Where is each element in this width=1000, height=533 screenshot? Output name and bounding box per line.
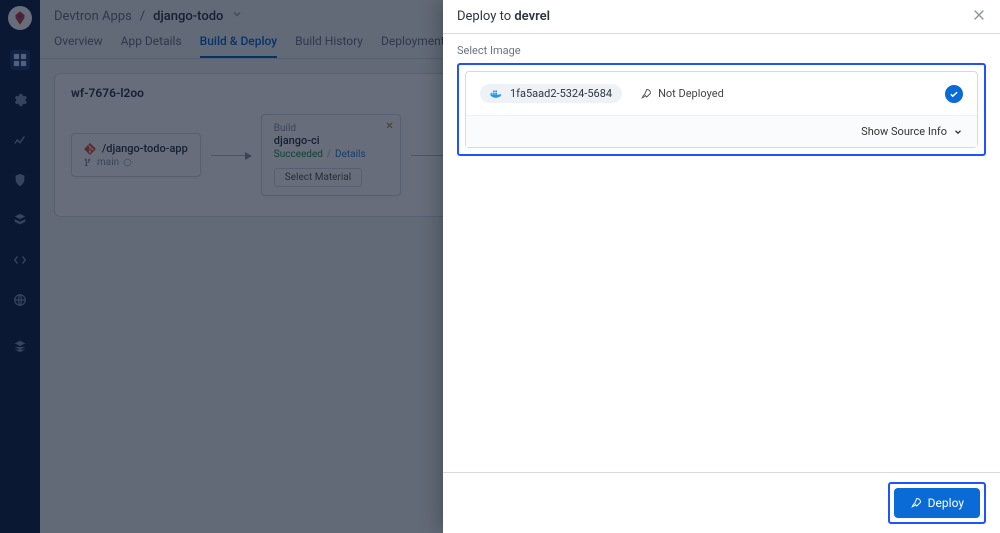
- image-selection-highlight: 1fa5aad2-5324-5684 Not Deployed Show Sou…: [457, 63, 986, 156]
- rocket-icon: [910, 497, 922, 509]
- deploy-button-highlight: Deploy: [888, 482, 986, 524]
- drawer-body: Select Image 1fa5aad2-5324-5684 Not Dep: [443, 34, 1000, 472]
- drawer-title-env: devrel: [514, 9, 550, 24]
- image-tag: 1fa5aad2-5324-5684: [510, 87, 612, 100]
- docker-icon: [490, 89, 504, 99]
- image-deploy-status: Not Deployed: [640, 87, 724, 100]
- chevron-down-icon: [953, 127, 963, 137]
- drawer-title-prefix: Deploy to: [457, 9, 514, 24]
- check-icon: [949, 89, 959, 99]
- deploy-button[interactable]: Deploy: [894, 488, 980, 518]
- drawer-title: Deploy to devrel: [457, 9, 550, 24]
- image-status-text: Not Deployed: [658, 87, 724, 100]
- image-tag-chip[interactable]: 1fa5aad2-5324-5684: [480, 84, 622, 103]
- rocket-icon: [640, 88, 652, 100]
- select-image-label: Select Image: [457, 44, 986, 57]
- drawer-header: Deploy to devrel: [443, 0, 1000, 34]
- close-icon: [972, 8, 986, 22]
- deploy-button-label: Deploy: [928, 496, 964, 510]
- close-button[interactable]: [972, 8, 986, 25]
- show-source-label: Show Source Info: [861, 125, 947, 138]
- image-info: 1fa5aad2-5324-5684 Not Deployed: [480, 84, 724, 103]
- image-selected-check[interactable]: [945, 85, 963, 103]
- show-source-info-toggle[interactable]: Show Source Info: [466, 115, 977, 147]
- image-row: 1fa5aad2-5324-5684 Not Deployed: [466, 72, 977, 115]
- image-card[interactable]: 1fa5aad2-5324-5684 Not Deployed Show Sou…: [465, 71, 978, 148]
- deploy-drawer: Deploy to devrel Select Image 1fa5aad2-5…: [443, 0, 1000, 533]
- drawer-footer: Deploy: [443, 472, 1000, 533]
